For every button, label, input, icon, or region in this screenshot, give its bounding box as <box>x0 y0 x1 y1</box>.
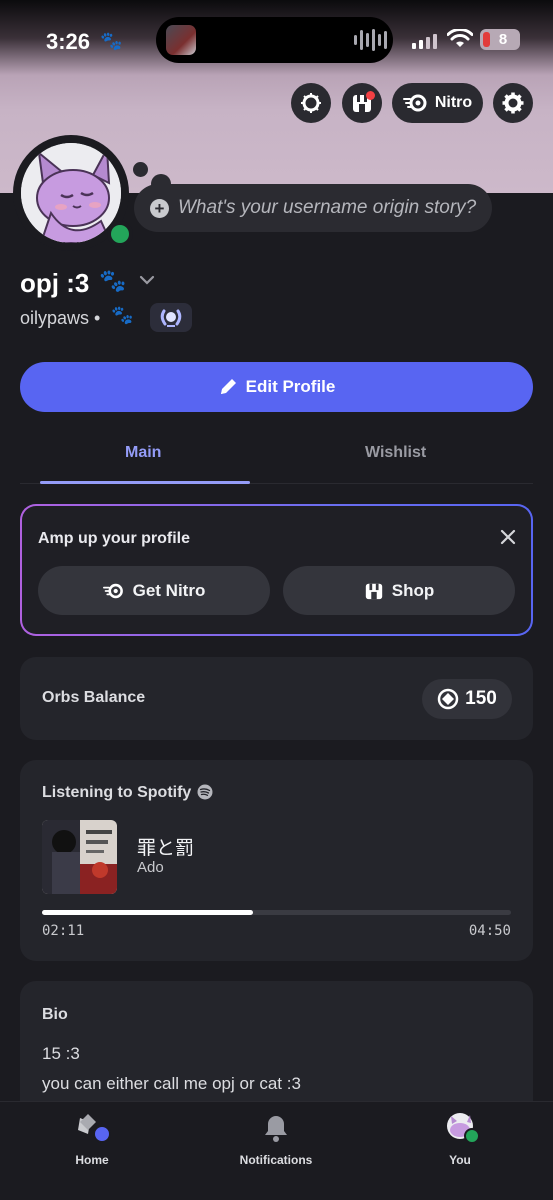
track-title: 罪と罰 <box>137 838 195 859</box>
avatar-image <box>21 143 121 243</box>
laurel-badge-icon <box>160 309 182 327</box>
status-bubble[interactable]: + What's your username origin story? <box>134 184 492 232</box>
nav-you[interactable]: You <box>400 1112 520 1167</box>
nitro-icon <box>102 583 123 598</box>
display-name[interactable]: opj :3 <box>20 268 89 299</box>
get-nitro-button[interactable]: Get Nitro <box>38 566 270 615</box>
nav-home[interactable]: Home <box>32 1112 152 1167</box>
status-time: 3:26 <box>46 29 91 54</box>
avatar[interactable] <box>13 135 133 251</box>
nav-notifications-label: Notifications <box>239 1153 313 1167</box>
username: oilypaws • <box>20 308 101 328</box>
bubble-dot <box>133 162 148 177</box>
tab-main[interactable]: Main <box>125 444 161 462</box>
bio-line: you can either call me opj or cat :3 <box>42 1074 301 1093</box>
track-artist: Ado <box>137 859 164 876</box>
nitro-button[interactable]: Nitro <box>392 83 483 123</box>
amp-profile-card: Amp up your profile Get Nitro Shop <box>20 504 533 636</box>
bottom-navigation: Home Notifications You <box>0 1101 553 1200</box>
nav-home-label: Home <box>75 1153 109 1167</box>
bio-label: Bio <box>42 1006 68 1023</box>
username-text: oilypaws <box>20 308 90 328</box>
orbs-label: Orbs Balance <box>42 689 146 706</box>
battery-icon: 8 <box>480 29 520 50</box>
boost-icon <box>301 93 321 113</box>
notification-dot <box>366 91 375 100</box>
home-servers-icon <box>78 1114 111 1143</box>
you-avatar-icon <box>447 1113 480 1144</box>
dynamic-island[interactable] <box>156 17 393 63</box>
nitro-icon <box>402 94 427 112</box>
elapsed-time: 02:11 <box>42 923 85 939</box>
chevron-down-icon[interactable] <box>139 274 155 286</box>
status-bar: 3:26 🐾 8 <box>0 0 553 80</box>
shop-label: Shop <box>391 580 435 600</box>
edit-profile-label: Edit Profile <box>245 377 336 396</box>
shop-card-button[interactable]: Shop <box>283 566 515 615</box>
now-playing-artwork <box>166 25 196 55</box>
cellular-signal-icon <box>412 33 437 49</box>
playback-progress-bar <box>42 910 511 915</box>
spotify-activity-card[interactable]: Listening to Spotify 罪と罰 Ado 02:11 04:50 <box>20 760 533 961</box>
wifi-icon <box>447 29 473 47</box>
bubble-prompt: What's your username origin story? <box>178 197 477 218</box>
get-nitro-label: Get Nitro <box>132 580 206 600</box>
shop-icon <box>365 583 382 599</box>
pencil-icon <box>220 379 236 394</box>
nitro-label: Nitro <box>434 94 473 111</box>
paw-status-icon: 🐾 <box>100 31 123 51</box>
close-icon[interactable] <box>499 528 517 546</box>
bell-icon <box>265 1116 287 1142</box>
audio-waveform-icon <box>354 29 387 51</box>
bio-line: 15 :3 <box>42 1044 80 1063</box>
album-art[interactable] <box>42 820 117 894</box>
spotify-label: Listening to Spotify <box>42 784 192 801</box>
nitro-boost-button[interactable] <box>291 83 331 123</box>
orbs-balance-card[interactable]: Orbs Balance 150 <box>20 657 533 740</box>
tab-wishlist[interactable]: Wishlist <box>365 444 426 462</box>
orb-icon <box>437 688 459 710</box>
nav-you-label: You <box>449 1153 471 1167</box>
active-tab-indicator <box>40 481 250 484</box>
amp-title: Amp up your profile <box>38 530 190 547</box>
profile-tabs: Main Wishlist <box>20 432 533 484</box>
shop-button[interactable] <box>342 83 382 123</box>
nitro-badge[interactable] <box>150 303 192 332</box>
spotify-icon <box>197 784 213 800</box>
plus-icon: + <box>150 198 169 218</box>
track-duration: 04:50 <box>468 923 511 939</box>
online-status-indicator <box>107 221 133 247</box>
edit-profile-button[interactable]: Edit Profile <box>20 362 533 412</box>
playback-progress-fill <box>42 910 254 915</box>
battery-level: 8 <box>498 31 508 48</box>
orbs-balance-pill: 150 <box>422 679 512 719</box>
nav-notifications[interactable]: Notifications <box>216 1112 336 1167</box>
gear-icon <box>502 92 524 114</box>
settings-button[interactable] <box>493 83 533 123</box>
orbs-value: 150 <box>465 688 497 709</box>
paw-prints-icon: 🐾 <box>99 268 127 293</box>
paw-prints-icon: 🐾 <box>111 305 134 325</box>
